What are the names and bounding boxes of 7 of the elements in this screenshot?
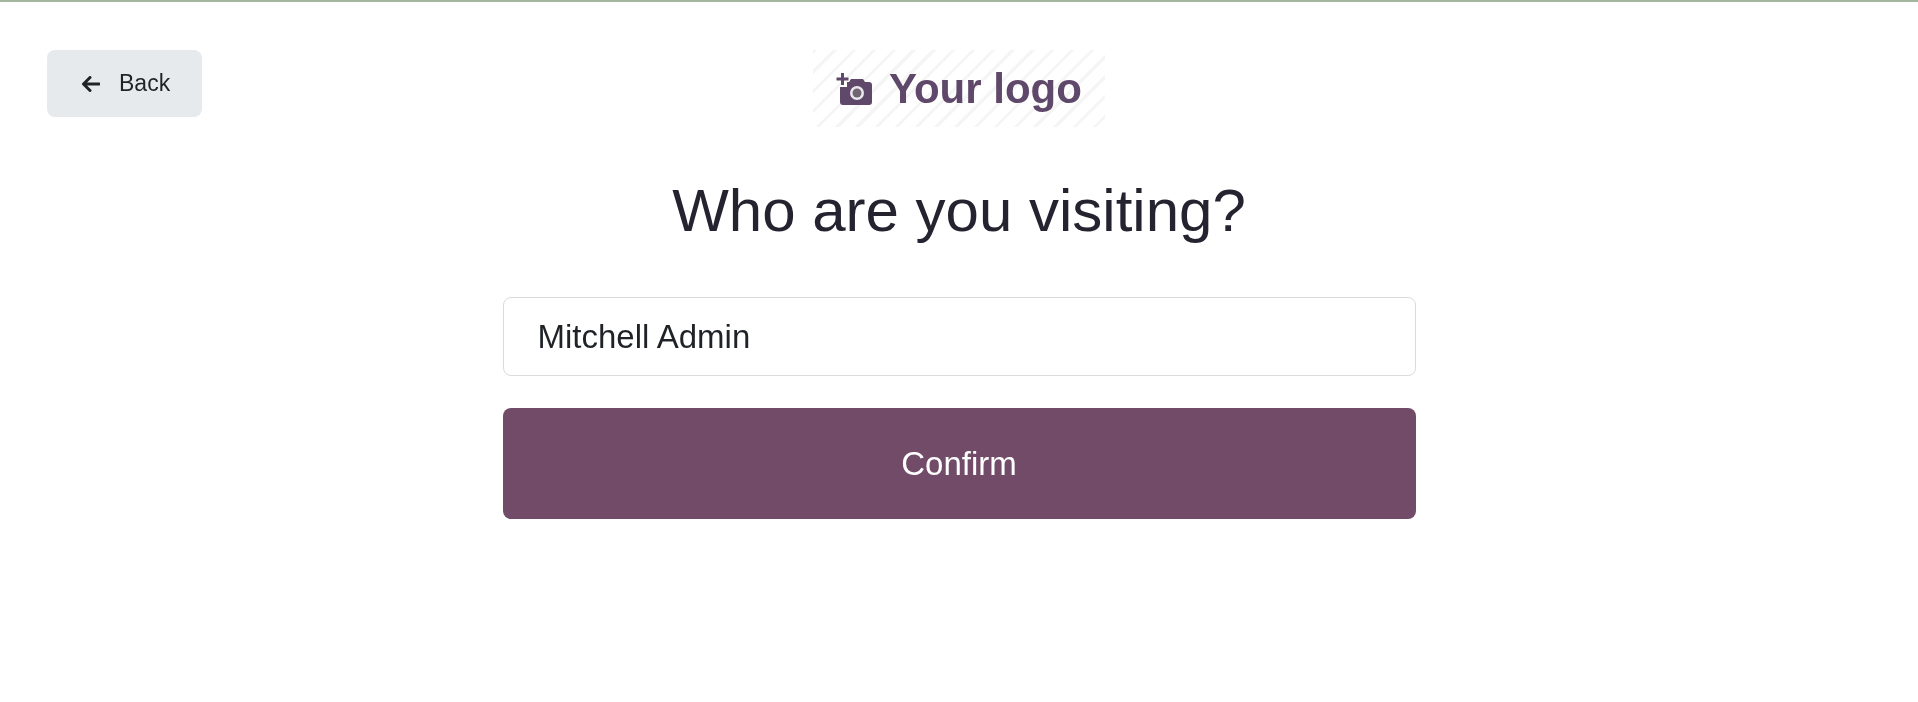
visitor-name-field[interactable]: Mitchell Admin: [502, 297, 1416, 376]
logo-text: Your logo: [889, 67, 1082, 110]
page-title: Who are you visiting?: [671, 176, 1247, 246]
confirm-button[interactable]: Confirm: [502, 408, 1416, 519]
back-button[interactable]: Back: [47, 50, 203, 117]
arrow-left-icon: [81, 75, 100, 92]
camera-icon: [836, 72, 873, 105]
